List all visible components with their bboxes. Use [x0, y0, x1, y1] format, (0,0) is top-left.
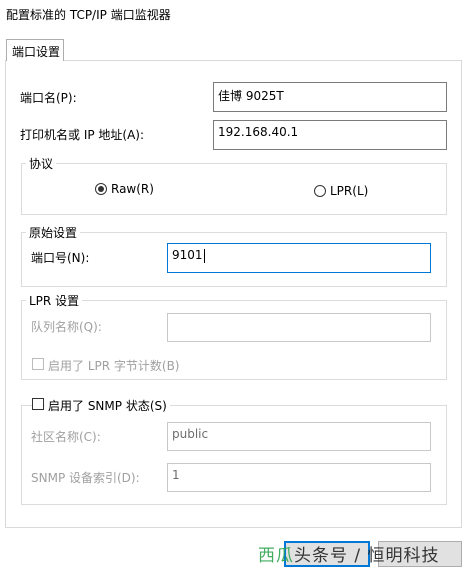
port-number-label: 端口号(N): [31, 251, 90, 265]
lpr-radio-label[interactable]: LPR(L) [330, 184, 368, 198]
lpr-settings-legend: LPR 设置 [26, 292, 83, 309]
tab-port-settings[interactable]: 端口设置 [6, 39, 64, 61]
community-input[interactable]: public [167, 422, 431, 451]
raw-radio[interactable] [95, 183, 107, 195]
title-bar: 配置标准的 TCP/IP 端口监视器 [0, 0, 468, 28]
watermark-text-a: 西瓜 [258, 546, 294, 566]
port-name-label: 端口名(P): [20, 91, 77, 105]
community-value: public [172, 427, 209, 441]
window-title: 配置标准的 TCP/IP 端口监视器 [6, 8, 171, 22]
raw-radio-dot [98, 186, 104, 192]
queue-name-input[interactable] [167, 313, 431, 342]
port-name-input[interactable]: 佳博 9025T [213, 82, 447, 112]
text-caret [203, 248, 205, 263]
port-number-value: 9101 [172, 248, 203, 262]
raw-settings-legend: 原始设置 [26, 224, 81, 241]
printer-address-label: 打印机名或 IP 地址(A): [20, 128, 145, 142]
protocol-group [21, 163, 447, 215]
byte-counting-checkbox[interactable] [32, 358, 44, 370]
device-index-input[interactable]: 1 [167, 463, 431, 492]
device-index-value: 1 [172, 468, 180, 482]
snmp-legend[interactable]: 启用了 SNMP 状态(S) [45, 397, 170, 414]
device-index-label: SNMP 设备索引(D): [31, 471, 140, 485]
snmp-checkbox[interactable] [32, 398, 44, 410]
watermark-text-b: 头条号 / 恒明科技 [294, 546, 440, 566]
watermark: 西瓜头条号 / 恒明科技 [258, 541, 440, 566]
byte-counting-label[interactable]: 启用了 LPR 字节计数(B) [48, 357, 180, 374]
protocol-legend: 协议 [26, 155, 57, 172]
raw-radio-label[interactable]: Raw(R) [111, 182, 154, 196]
printer-address-input[interactable]: 192.168.40.1 [213, 120, 447, 150]
tab-port-settings-label: 端口设置 [12, 45, 61, 59]
queue-name-label: 队列名称(Q): [31, 320, 102, 334]
lpr-radio[interactable] [314, 185, 326, 197]
community-label: 社区名称(C): [31, 430, 101, 444]
port-name-value: 佳博 9025T [218, 89, 284, 103]
printer-address-value: 192.168.40.1 [218, 125, 299, 139]
port-number-input[interactable]: 9101 [167, 243, 431, 273]
